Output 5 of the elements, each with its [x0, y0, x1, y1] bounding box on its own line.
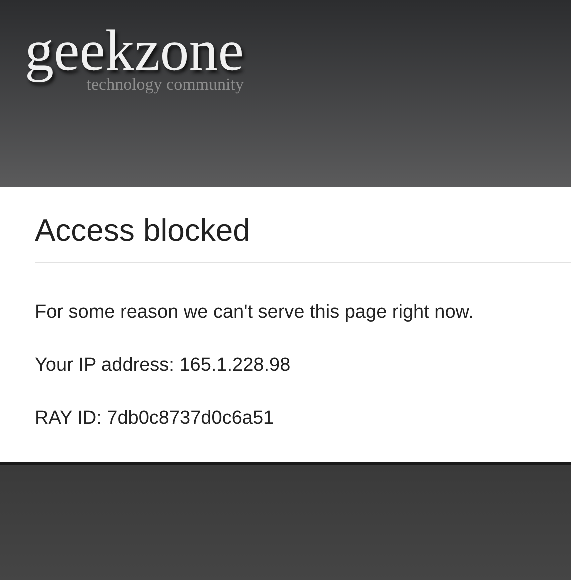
message-text: RAY ID: 7db0c8737d0c6a51: [35, 407, 276, 430]
message-text: Your IP address: 165.1.228.98: [35, 354, 292, 377]
page-title: Access blocked: [35, 213, 252, 249]
message-text: For some reason we can't serve this page right now.: [35, 301, 475, 324]
site-logo[interactable]: geekzone: [25, 22, 244, 80]
